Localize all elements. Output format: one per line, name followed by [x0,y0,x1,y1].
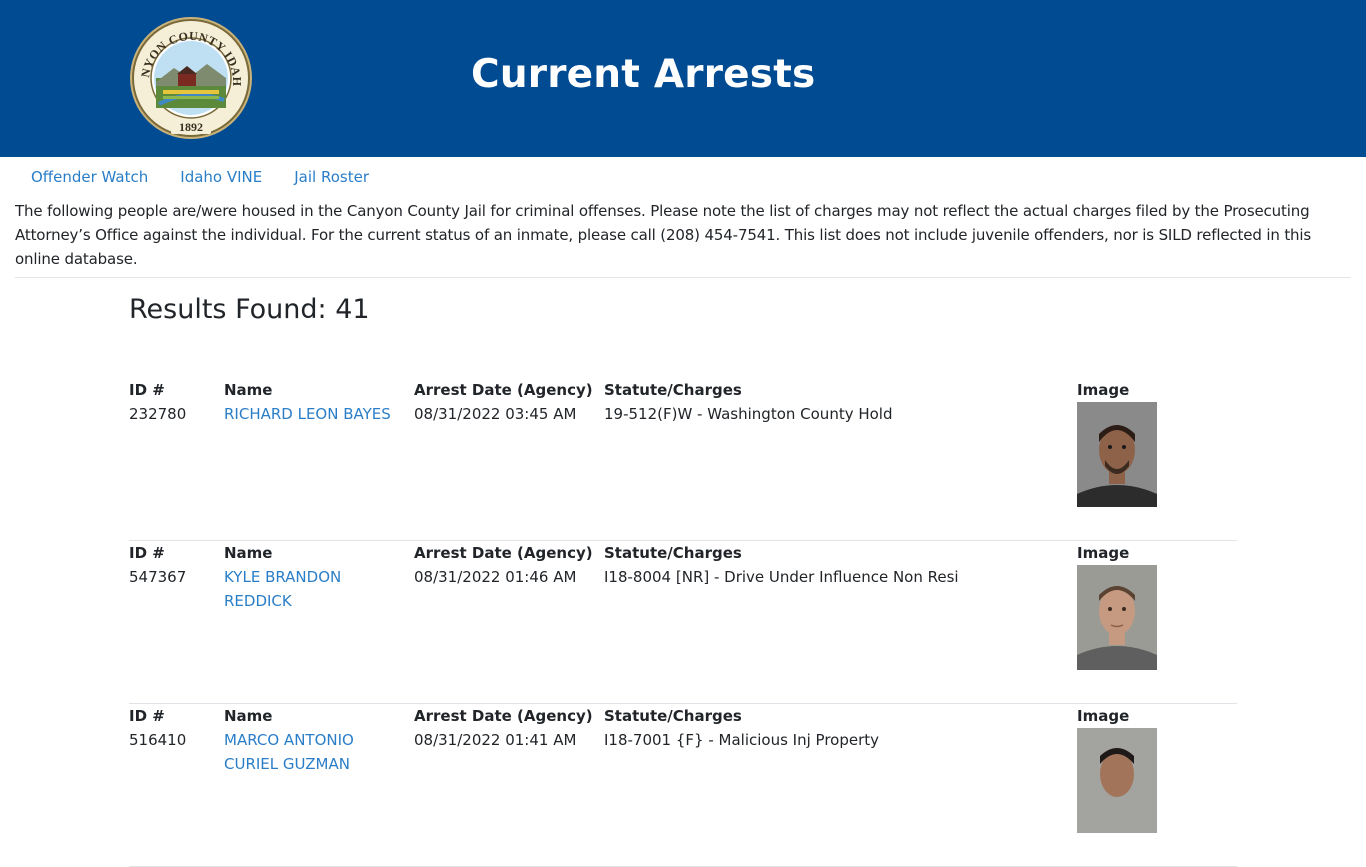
inmate-name-link[interactable]: RICHARD LEON BAYES [224,402,404,426]
charge-text: 19-512(F)W - Washington County Hold [604,405,893,423]
arrest-date-label: Arrest Date (Agency) [414,544,593,562]
charges-label: Statute/Charges [604,381,742,399]
id-column: ID # 516410 [129,704,219,752]
canyon-county-seal-logo[interactable]: CANYON COUNTY IDAHO 1892 [129,16,253,140]
results-count: Results Found: 41 [129,294,370,325]
image-column: Image [1077,704,1177,833]
charge-text: I18-8004 [NR] - Drive Under Influence No… [604,568,959,586]
disclaimer-notice: The following people are/were housed in … [15,202,1312,268]
nav-link-jail-roster[interactable]: Jail Roster [278,168,385,186]
name-column: Name MARCO ANTONIO CURIEL GUZMAN [224,704,404,776]
name-label: Name [224,544,273,562]
top-nav: Offender Watch Idaho VINE Jail Roster [15,168,385,186]
charges-column: Statute/Charges I18-7001 {F} - Malicious… [604,704,1074,752]
site-header: CANYON COUNTY IDAHO 1892 Current Arrests [0,0,1366,157]
nav-link-idaho-vine[interactable]: Idaho VINE [164,168,278,186]
charges-column: Statute/Charges 19-512(F)W - Washington … [604,378,1074,426]
inmate-id: 547367 [129,568,187,586]
name-column: Name RICHARD LEON BAYES [224,378,404,426]
nav-link-offender-watch[interactable]: Offender Watch [15,168,164,186]
divider [15,277,1351,278]
inmate-name-link[interactable]: KYLE BRANDON REDDICK [224,565,404,613]
date-column: Arrest Date (Agency) 08/31/2022 01:46 AM [414,541,594,589]
arrest-date: 08/31/2022 03:45 AM [414,405,577,423]
date-column: Arrest Date (Agency) 08/31/2022 01:41 AM [414,704,594,752]
charges-label: Statute/Charges [604,544,742,562]
id-label: ID # [129,381,165,399]
charge-text: I18-7001 {F} - Malicious Inj Property [604,731,880,749]
image-column: Image [1077,378,1177,507]
inmate-name-link[interactable]: MARCO ANTONIO CURIEL GUZMAN [224,728,404,776]
mugshot-image[interactable] [1077,565,1157,670]
arrest-record: ID # 516410 Name MARCO ANTONIO CURIEL GU… [129,704,1237,867]
arrest-records-list: ID # 232780 Name RICHARD LEON BAYES Arre… [129,378,1237,867]
arrest-record: ID # 232780 Name RICHARD LEON BAYES Arre… [129,378,1237,541]
page-title: Current Arrests [471,52,816,97]
arrest-date-label: Arrest Date (Agency) [414,381,593,399]
mugshot-image[interactable] [1077,728,1157,833]
arrest-date-label: Arrest Date (Agency) [414,707,593,725]
id-label: ID # [129,707,165,725]
mugshot-image[interactable] [1077,402,1157,507]
id-column: ID # 232780 [129,378,219,426]
date-column: Arrest Date (Agency) 08/31/2022 03:45 AM [414,378,594,426]
image-label: Image [1077,544,1130,562]
image-label: Image [1077,707,1130,725]
name-label: Name [224,707,273,725]
inmate-id: 232780 [129,405,187,423]
id-column: ID # 547367 [129,541,219,589]
arrest-date: 08/31/2022 01:46 AM [414,568,577,586]
charges-column: Statute/Charges I18-8004 [NR] - Drive Un… [604,541,1074,589]
name-label: Name [224,381,273,399]
inmate-id: 516410 [129,731,187,749]
image-column: Image [1077,541,1177,670]
id-label: ID # [129,544,165,562]
image-label: Image [1077,381,1130,399]
arrest-date: 08/31/2022 01:41 AM [414,731,577,749]
svg-text:1892: 1892 [179,120,203,134]
charges-label: Statute/Charges [604,707,742,725]
name-column: Name KYLE BRANDON REDDICK [224,541,404,613]
arrest-record: ID # 547367 Name KYLE BRANDON REDDICK Ar… [129,541,1237,704]
